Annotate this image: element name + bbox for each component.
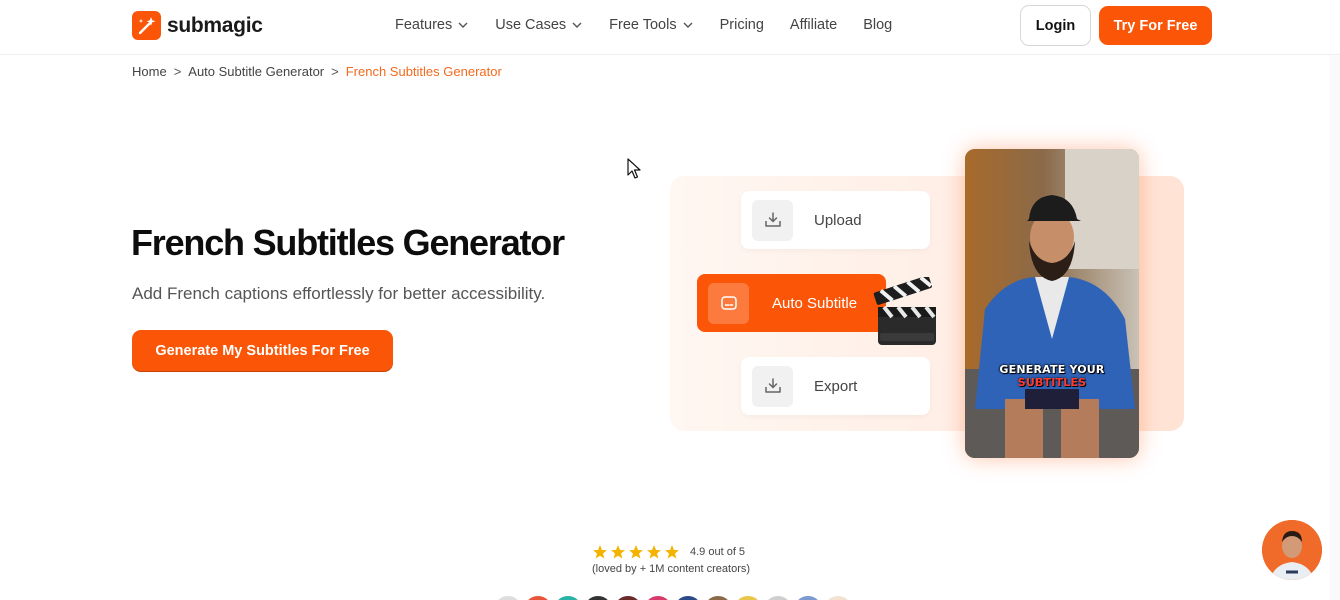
export-tray-icon [752,365,793,407]
step-export: Export [741,357,930,415]
support-agent-avatar-icon [1262,520,1322,580]
avatar [582,594,614,600]
nav-item-label: Blog [863,17,893,33]
rating-score: 4.9 out of 5 [690,546,746,558]
video-caption-line1: GENERATE YOUR [999,363,1105,376]
chat-support-avatar[interactable] [1262,520,1322,580]
avatar [822,594,854,600]
main-nav: Features Use Cases Free Tools Pricing Af… [395,17,918,33]
star-icon [629,545,643,559]
star-icon [593,545,607,559]
breadcrumb: Home > Auto Subtitle Generator > French … [132,64,502,79]
nav-item-label: Features [395,17,453,33]
nav-item-affiliate[interactable]: Affiliate [790,17,837,33]
creator-avatars [492,594,854,600]
login-button[interactable]: Login [1020,5,1091,46]
avatar [642,594,674,600]
nav-item-blog[interactable]: Blog [863,17,892,33]
chevron-down-icon [683,22,693,28]
hero-subtitle: Add French captions effortlessly for bet… [132,284,546,303]
mouse-cursor-icon [627,158,641,179]
star-icon [665,545,679,559]
avatar [702,594,734,600]
page-scrollbar[interactable] [1330,55,1340,600]
magic-wand-logo-icon [132,11,161,40]
avatar [732,594,764,600]
nav-item-use-cases[interactable]: Use Cases [495,17,583,33]
avatar [492,594,524,600]
nav-item-label: Use Cases [495,17,567,33]
brand-name: submagic [167,13,263,37]
nav-item-features[interactable]: Features [395,17,469,33]
avatar [612,594,644,600]
try-for-free-button[interactable]: Try For Free [1099,6,1212,45]
video-preview: GENERATE YOUR SUBTITLES [965,149,1139,458]
star-icon [611,545,625,559]
avatar [792,594,824,600]
nav-item-label: Pricing [719,17,764,33]
logo[interactable]: submagic [132,11,263,40]
step-label: Auto Subtitle [772,294,858,312]
creator-video-frame [965,149,1139,458]
subtitles-icon [708,282,749,324]
chevron-down-icon [458,22,468,28]
breadcrumb-auto-subtitle-generator[interactable]: Auto Subtitle Generator [188,64,324,79]
page-title: French Subtitles Generator [131,222,565,263]
video-caption-line2: SUBTITLES [1017,376,1087,389]
step-label: Upload [814,211,862,229]
nav-item-pricing[interactable]: Pricing [720,17,764,33]
chevron-down-icon [572,22,582,28]
site-header: submagic Features Use Cases Free Tools P… [0,0,1340,55]
rating-subtext: (loved by + 1M content creators) [592,563,751,575]
nav-item-free-tools[interactable]: Free Tools [609,17,693,33]
star-icon [647,545,661,559]
nav-item-label: Affiliate [789,17,838,33]
breadcrumb-separator: > [331,64,339,79]
clapperboard-icon [873,277,936,345]
breadcrumb-separator: > [173,64,182,79]
breadcrumb-home[interactable]: Home [132,64,167,79]
upload-tray-icon [752,199,793,241]
avatar [552,594,584,600]
avatar [762,594,794,600]
step-auto-subtitle: Auto Subtitle [697,274,886,332]
nav-item-label: Free Tools [609,17,677,33]
rating: 4.9 out of 5 [592,544,745,560]
step-upload: Upload [741,191,930,249]
breadcrumb-current: French Subtitles Generator [345,64,502,79]
step-label: Export [814,377,858,395]
avatar [672,594,704,600]
avatar [522,594,554,600]
generate-subtitles-button[interactable]: Generate My Subtitles For Free [132,330,393,371]
rating-stars [592,544,680,560]
